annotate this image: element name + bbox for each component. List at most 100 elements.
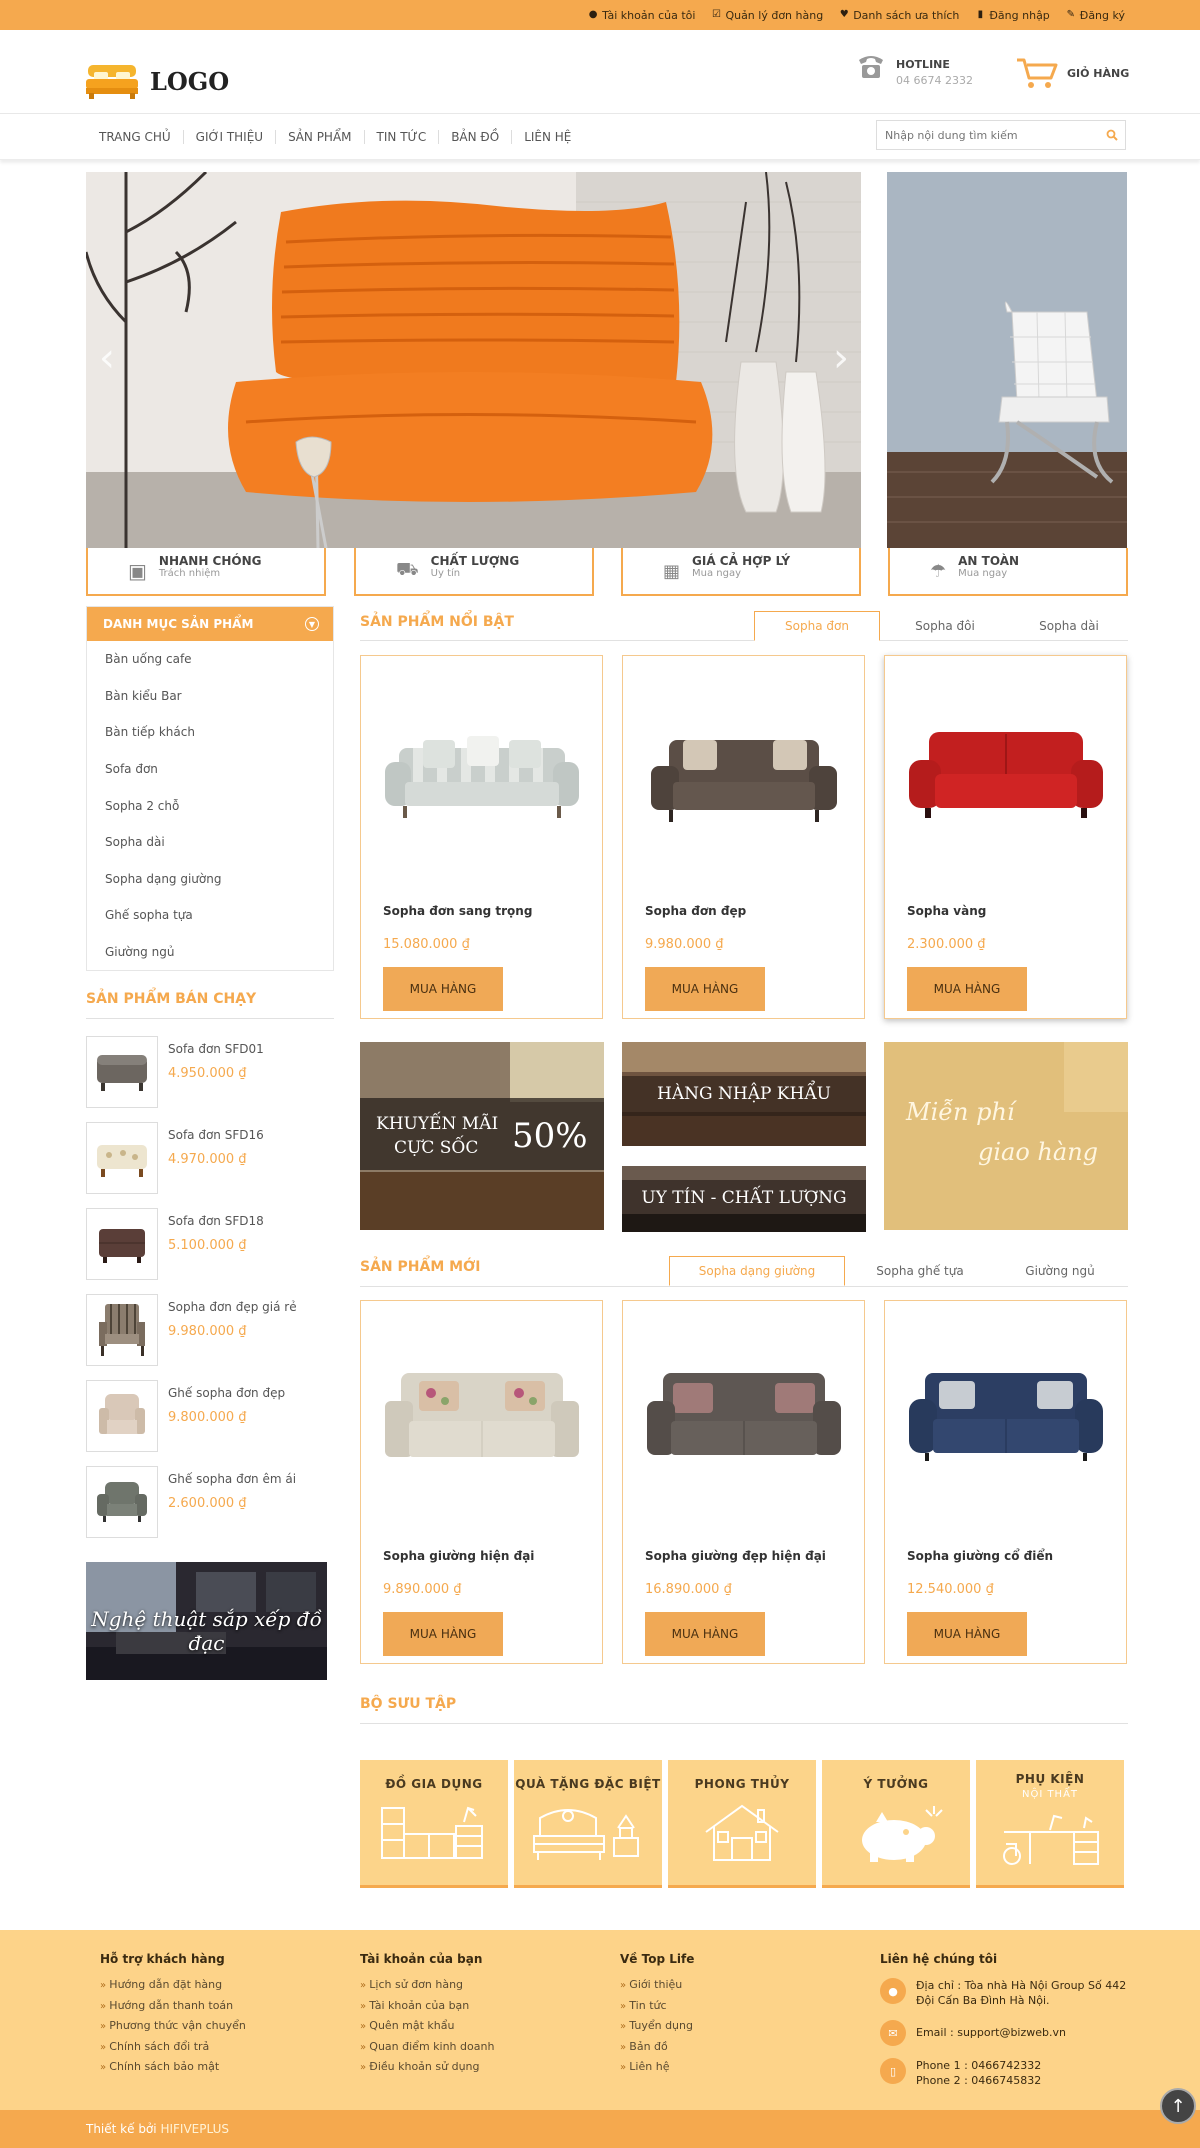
product-name[interactable]: Ghế sopha đơn đẹp [168,1386,285,1400]
category-item[interactable]: Bàn uống cafe [87,641,333,678]
register-link[interactable]: ✎ Đăng ký [1066,9,1125,22]
contact-email[interactable]: ✉ Email : support@bizweb.vn [880,2020,1126,2046]
tab-sopha-doi[interactable]: Sopha đôi [880,611,1010,641]
product-name[interactable]: Sopha giường cổ điển [907,1549,1053,1563]
search-button[interactable] [1099,121,1125,149]
category-item[interactable]: Sopha dài [87,824,333,861]
product-name[interactable]: Sofa đơn SFD18 [168,1214,264,1228]
login-link[interactable]: ▮ Đăng nhập [975,9,1050,22]
footer-link[interactable]: Lịch sử đơn hàng [360,1978,494,1999]
buy-button[interactable]: MUA HÀNG [645,967,765,1011]
designer-link[interactable]: HIFIVEPLUS [160,2122,229,2136]
product-name[interactable]: Sopha giường đẹp hiện đại [645,1549,826,1563]
nav-item-home[interactable]: TRANG CHỦ [86,130,183,144]
category-item[interactable]: Giường ngủ [87,934,333,971]
nav-item-products[interactable]: SẢN PHẨM [275,130,363,144]
trust-banner[interactable]: UY TÍN - CHẤT LƯỢNG [622,1166,866,1232]
footer-link[interactable]: Chính sách bảo mật [100,2060,246,2081]
footer-link[interactable]: Hướng dẫn thanh toán [100,1999,246,2020]
category-item[interactable]: Ghế sopha tựa [87,897,333,934]
tab-sopha-don[interactable]: Sopha đơn [754,611,880,641]
order-management-link[interactable]: ☑ Quản lý đơn hàng [711,9,823,22]
bestseller-item[interactable]: Ghế sopha đơn êm ái 2.600.000 ₫ [86,1466,336,1542]
product-name[interactable]: Sofa đơn SFD01 [168,1042,264,1056]
free-shipping-banner[interactable]: Miễn phí giao hàng [884,1042,1128,1230]
nav-item-map[interactable]: BẢN ĐỒ [438,130,511,144]
footer-link[interactable]: Phương thức vận chuyển [100,2019,246,2040]
footer-link[interactable]: Liên hệ [620,2060,694,2081]
product-card[interactable]: Sopha đơn sang trọng 15.080.000 ₫ MUA HÀ… [360,655,603,1019]
product-card[interactable]: Sopha vàng 2.300.000 ₫ MUA HÀNG [884,655,1127,1019]
footer-link[interactable]: Quan điểm kinh doanh [360,2040,494,2061]
tab-sopha-dai[interactable]: Sopha dài [1010,611,1128,641]
product-card[interactable]: Sopha đơn đẹp 9.980.000 ₫ MUA HÀNG [622,655,865,1019]
footer-link[interactable]: Tài khoản của bạn [360,1999,494,2020]
product-card[interactable]: Sopha giường cổ điển 12.540.000 ₫ MUA HÀ… [884,1300,1127,1664]
grey-brown-sofa-image [647,1373,841,1455]
category-item[interactable]: Sofa đơn [87,751,333,788]
search-icon [1106,129,1118,141]
collection-ideas[interactable]: Ý TƯỞNG [822,1760,970,1888]
tab-giuong-ngu[interactable]: Giường ngủ [995,1256,1125,1286]
product-name[interactable]: Ghế sopha đơn êm ái [168,1472,296,1486]
buy-button[interactable]: MUA HÀNG [383,1612,503,1656]
search-input[interactable] [877,121,1099,149]
category-item[interactable]: Sopha 2 chỗ [87,787,333,824]
footer-link[interactable]: Chính sách đổi trả [100,2040,246,2061]
footer-link[interactable]: Bản đồ [620,2040,694,2061]
featured-tabs: Sopha đơn Sopha đôi Sopha dài [754,611,1128,641]
buy-button[interactable]: MUA HÀNG [645,1612,765,1656]
product-card[interactable]: Sopha giường đẹp hiện đại 16.890.000 ₫ M… [622,1300,865,1664]
art-banner[interactable]: Nghệ thuật sắp xếp đồ đạc [86,1562,327,1680]
bestseller-item[interactable]: Sofa đơn SFD16 4.970.000 ₫ [86,1122,336,1198]
bestseller-item[interactable]: Ghế sopha đơn đẹp 9.800.000 ₫ [86,1380,336,1456]
footer-link[interactable]: Tin tức [620,1999,694,2020]
product-name[interactable]: Sopha giường hiện đại [383,1549,534,1563]
category-menu-header[interactable]: DANH MỤC SẢN PHẨM ▼ [87,607,333,641]
buy-button[interactable]: MUA HÀNG [383,967,503,1011]
footer-link[interactable]: Giới thiệu [620,1978,694,1999]
nav-item-about[interactable]: GIỚI THIỆU [182,130,275,144]
tab-sopha-dang-giuong[interactable]: Sopha dạng giường [669,1256,845,1286]
category-item[interactable]: Bàn tiếp khách [87,714,333,751]
site-logo[interactable]: LOGO [86,63,229,99]
beige-sofa-image [385,1373,579,1457]
back-to-top-button[interactable]: ↑ [1160,2088,1196,2124]
side-banner-chair[interactable] [887,172,1127,548]
slider-next-arrow[interactable]: › [828,338,854,378]
buy-button[interactable]: MUA HÀNG [907,967,1027,1011]
tab-sopha-ghe-tua[interactable]: Sopha ghế tựa [845,1256,995,1286]
footer-link[interactable]: Hướng dẫn đặt hàng [100,1978,246,1999]
footer-link[interactable]: Tuyển dụng [620,2019,694,2040]
sale-banner[interactable]: KHUYẾN MÃI CỰC SỐC 50% [360,1042,604,1230]
wishlist-link[interactable]: ♥ Danh sách ưa thích [839,9,960,22]
collection-accessories[interactable]: PHỤ KIỆN NỘI THẤT [976,1760,1124,1888]
hero-orange-sofa-image [86,172,861,548]
product-name[interactable]: Sopha đơn đẹp [645,904,746,918]
product-card[interactable]: Sopha giường hiện đại 9.890.000 ₫ MUA HÀ… [360,1300,603,1664]
product-name[interactable]: Sopha đơn đẹp giá rẻ [168,1300,297,1314]
my-account-link[interactable]: ● Tài khoản của tôi [588,9,696,22]
category-item[interactable]: Bàn kiểu Bar [87,678,333,715]
footer-link[interactable]: Điều khoản sử dụng [360,2060,494,2081]
product-name[interactable]: Sopha đơn sang trọng [383,904,532,918]
collection-feng-shui[interactable]: PHONG THỦY [668,1760,816,1888]
buy-button[interactable]: MUA HÀNG [907,1612,1027,1656]
bestseller-item[interactable]: Sofa đơn SFD01 4.950.000 ₫ [86,1036,336,1112]
bestseller-item[interactable]: Sopha đơn đẹp giá rẻ 9.980.000 ₫ [86,1294,336,1370]
collection-household[interactable]: ĐỒ GIA DỤNG [360,1760,508,1888]
collection-special-gifts[interactable]: QUÀ TẶNG ĐẶC BIỆT [514,1760,662,1888]
footer-link[interactable]: Quên mật khẩu [360,2019,494,2040]
copyright-text: Thiết kế bởi HIFIVEPLUS [86,2122,229,2136]
product-name[interactable]: Sopha vàng [907,904,986,918]
cart-button[interactable]: GIỎ HÀNG [1015,56,1129,90]
bestseller-item[interactable]: Sofa đơn SFD18 5.100.000 ₫ [86,1208,336,1284]
import-banner[interactable]: HÀNG NHẬP KHẨU [622,1042,866,1146]
nav-item-contact[interactable]: LIÊN HỆ [511,130,583,144]
product-name[interactable]: Sofa đơn SFD16 [168,1128,264,1142]
hero-slider[interactable]: ‹ › [86,172,861,548]
nav-item-news[interactable]: TIN TỨC [363,130,439,144]
product-thumbnail [86,1294,158,1366]
category-item[interactable]: Sopha dạng giường [87,861,333,898]
slider-prev-arrow[interactable]: ‹ [94,338,120,378]
